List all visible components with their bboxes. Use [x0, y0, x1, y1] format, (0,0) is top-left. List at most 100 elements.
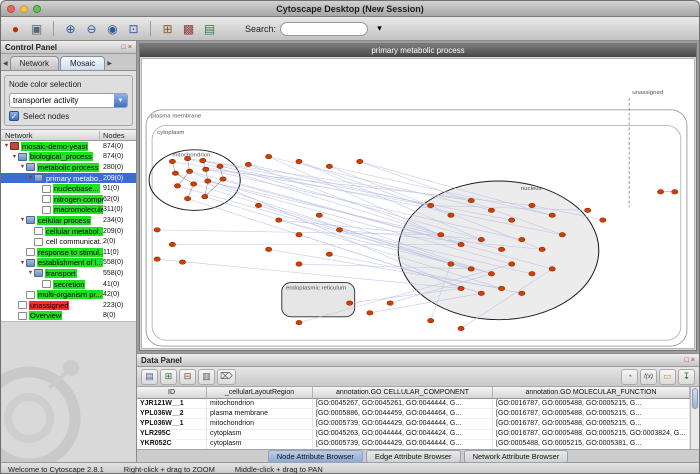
float-panel-icon[interactable]: □ — [122, 44, 126, 51]
network-node[interactable] — [296, 232, 302, 236]
close-panel-icon[interactable]: × — [691, 357, 695, 364]
tree-item-nitrogen-compo[interactable]: nitrogen compo...62(0) — [1, 194, 136, 205]
network-node[interactable] — [549, 213, 555, 217]
network-node[interactable] — [438, 232, 444, 236]
tree-item-cell-communicat[interactable]: cell communicat...2(0) — [1, 236, 136, 247]
scrollbar-thumb[interactable] — [692, 388, 698, 409]
network-node[interactable] — [600, 218, 606, 222]
tree-item-cellular-process[interactable]: ▼cellular process234(0) — [1, 215, 136, 226]
expand-arrow-icon[interactable]: ▼ — [19, 164, 26, 170]
edit-attribute-icon[interactable]: ▥ — [198, 369, 215, 385]
tab-edge-attribute-browser[interactable]: Edge Attribute Browser — [366, 450, 461, 463]
network-node[interactable] — [519, 291, 525, 295]
network-node[interactable] — [202, 194, 208, 198]
import-network-icon[interactable]: ▩ — [179, 20, 198, 38]
network-node[interactable] — [172, 171, 178, 175]
network-node[interactable] — [296, 159, 302, 163]
column-header-annotation-go-molecular-function[interactable]: annotation.GO MOLECULAR_FUNCTION — [493, 387, 690, 399]
network-node[interactable] — [316, 213, 322, 217]
create-attribute-icon[interactable]: ⊞ — [160, 369, 177, 385]
network-node[interactable] — [179, 260, 185, 264]
tree-item-metabolic-process[interactable]: ▼metabolic process280(0) — [1, 162, 136, 173]
tab-mosaic[interactable]: Mosaic — [60, 56, 105, 70]
network-node[interactable] — [169, 159, 175, 163]
expand-arrow-icon[interactable]: ▼ — [27, 270, 34, 276]
network-node[interactable] — [265, 247, 271, 251]
network-node[interactable] — [509, 262, 515, 266]
zoom-window-button[interactable] — [33, 5, 41, 13]
open-session-icon[interactable]: ▣ — [27, 20, 46, 38]
network-node[interactable] — [336, 228, 342, 232]
close-panel-icon[interactable]: × — [128, 44, 132, 51]
zoom-in-icon[interactable]: ⊕ — [61, 20, 80, 38]
network-node[interactable] — [265, 154, 271, 158]
zoom-fit-icon[interactable]: ⊡ — [124, 20, 143, 38]
network-node[interactable] — [217, 164, 223, 168]
network-node[interactable] — [519, 237, 525, 241]
network-view-title[interactable]: primary metabolic process — [140, 44, 696, 57]
expand-arrow-icon[interactable]: ▼ — [3, 143, 10, 149]
tree-header-nodes[interactable]: Nodes — [100, 131, 136, 140]
network-node[interactable] — [154, 257, 160, 261]
network-node[interactable] — [326, 252, 332, 256]
tab-network-attribute-browser[interactable]: Network Attribute Browser — [464, 450, 569, 463]
expand-arrow-icon[interactable]: ▼ — [27, 175, 34, 181]
tree-item-response-to-stimul[interactable]: response to stimul...11(0) — [1, 247, 136, 258]
expand-arrow-icon[interactable]: ▼ — [11, 154, 18, 160]
network-node[interactable] — [326, 164, 332, 168]
network-node[interactable] — [296, 262, 302, 266]
expand-arrow-icon[interactable]: ▼ — [19, 217, 26, 223]
network-node[interactable] — [448, 213, 454, 217]
zoom-selected-icon[interactable]: ◉ — [103, 20, 122, 38]
network-node[interactable] — [468, 267, 474, 271]
expand-arrow-icon[interactable]: ▼ — [19, 260, 26, 266]
new-network-icon[interactable]: ⊞ — [158, 20, 177, 38]
table-row[interactable]: YLR295Ccytoplasm[GO:0045263, GO:0044444,… — [137, 430, 690, 440]
network-node[interactable] — [478, 291, 484, 295]
select-nodes-checkbox[interactable]: ✓ — [9, 111, 19, 121]
table-row[interactable]: YJR121W__1mitochondrion[GO:0045267, GO:0… — [137, 399, 690, 409]
select-attributes-icon[interactable]: ▤ — [141, 369, 158, 385]
network-node[interactable] — [529, 272, 535, 276]
network-node[interactable] — [169, 242, 175, 246]
search-options-icon[interactable]: ▾ — [372, 20, 387, 38]
trash-icon[interactable]: ⌦ — [217, 369, 236, 385]
network-node[interactable] — [276, 218, 282, 222]
formula-builder-icon[interactable]: f(x) — [640, 369, 657, 385]
network-node[interactable] — [387, 301, 393, 305]
network-canvas[interactable]: plasma membranecytoplasmunassignednucleu… — [141, 58, 695, 349]
tab-network[interactable]: Network — [10, 56, 59, 70]
tree-item-transport[interactable]: ▼transport558(0) — [1, 268, 136, 279]
tab-scroll-right-icon[interactable]: ▶ — [106, 60, 113, 70]
table-row[interactable]: YPL036W__2plasma membrane[GO:0005886, GO… — [137, 409, 690, 419]
pie-chart-icon[interactable]: ◔ — [621, 369, 638, 385]
tree-item-unassigned[interactable]: unassigned223(0) — [1, 300, 136, 311]
import-attributes-icon[interactable]: ↧ — [678, 369, 695, 385]
network-node[interactable] — [509, 218, 515, 222]
tree-item-secretion[interactable]: secretion41(0) — [1, 279, 136, 290]
tree-item-cellular-metabol[interactable]: cellular metabol...209(0) — [1, 226, 136, 237]
minimize-window-button[interactable] — [20, 5, 28, 13]
close-window-button[interactable] — [7, 5, 15, 13]
network-graph[interactable]: plasma membranecytoplasmunassignednucleu… — [142, 59, 694, 348]
network-node[interactable] — [498, 286, 504, 290]
network-node[interactable] — [488, 208, 494, 212]
network-node[interactable] — [559, 232, 565, 236]
import-table-icon[interactable]: ▤ — [200, 20, 219, 38]
network-node[interactable] — [205, 179, 211, 183]
network-node[interactable] — [220, 177, 226, 181]
network-node[interactable] — [357, 159, 363, 163]
table-scrollbar[interactable] — [690, 387, 699, 449]
session-sphere-icon[interactable]: ● — [6, 20, 25, 38]
network-node[interactable] — [296, 320, 302, 324]
network-node[interactable] — [245, 162, 251, 166]
tree-item-establishment-of-l[interactable]: ▼establishment of l...558(0) — [1, 258, 136, 269]
table-row[interactable]: YPL036W__1mitochondrion[GO:0005739, GO:0… — [137, 419, 690, 429]
column-header-id[interactable]: ID — [137, 387, 207, 399]
tree-item-macromolecule[interactable]: macromolecule...311(0) — [1, 205, 136, 216]
attribute-select[interactable]: transporter activity ▼ — [9, 93, 128, 108]
network-node[interactable] — [184, 196, 190, 200]
float-panel-icon[interactable]: □ — [685, 357, 689, 364]
tree-header-network[interactable]: Network — [1, 131, 100, 140]
network-node[interactable] — [488, 272, 494, 276]
